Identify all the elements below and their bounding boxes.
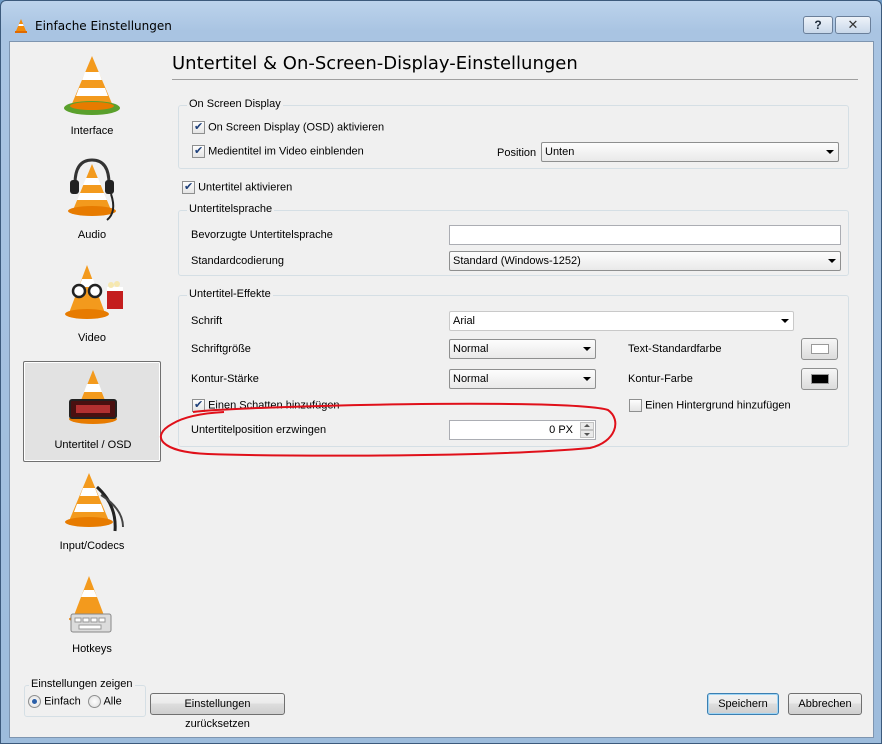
radio-all-indicator[interactable] — [88, 695, 101, 708]
force-position-label: Untertitelposition erzwingen — [191, 424, 327, 436]
chevron-down-icon — [828, 259, 836, 263]
chevron-down-icon — [583, 377, 591, 381]
enable-osd-checkbox[interactable]: On Screen Display (OSD) aktivieren — [192, 120, 385, 134]
chevron-down-icon — [583, 347, 591, 351]
page-title: Untertitel & On-Screen-Display-Einstellu… — [172, 53, 578, 74]
subtitle-effects-legend: Untertitel-Effekte — [187, 288, 273, 300]
preferred-language-label: Bevorzugte Untertitelsprache — [191, 229, 333, 241]
dialog-client-area: Interface Audio Video Untertitel / OSD I… — [9, 41, 874, 738]
outline-color-label: Kontur-Farbe — [628, 373, 693, 385]
sidebar-item-label: Untertitel / OSD — [54, 439, 132, 451]
title-divider — [172, 79, 858, 80]
radio-simple-label: Einfach — [44, 695, 81, 708]
sidebar-item-hotkeys[interactable]: Hotkeys — [23, 566, 161, 666]
show-title-checkbox[interactable]: Medientitel im Video einblenden — [192, 144, 364, 158]
sidebar-item-input-codecs[interactable]: Input/Codecs — [23, 463, 161, 563]
help-button[interactable]: ? — [803, 16, 833, 34]
title-bar[interactable]: Einfache Einstellungen ? ✕ — [1, 1, 881, 41]
category-sidebar: Interface Audio Video Untertitel / OSD I… — [21, 48, 163, 688]
window-title: Einfache Einstellungen — [35, 19, 172, 33]
preferences-window: Einfache Einstellungen ? ✕ Interface Aud… — [0, 0, 882, 744]
position-select[interactable]: Unten — [541, 142, 839, 162]
encoding-select-value: Standard (Windows-1252) — [453, 255, 581, 267]
subtitle-language-group: Untertitelsprache Bevorzugte Untertitels… — [178, 203, 849, 276]
headphones-cone-icon — [68, 158, 116, 221]
sidebar-item-label: Interface — [70, 125, 114, 137]
spinbox-arrows[interactable] — [580, 422, 594, 438]
close-button[interactable]: ✕ — [835, 16, 871, 34]
font-select[interactable]: Arial — [449, 311, 794, 331]
show-title-check-indicator[interactable] — [192, 144, 205, 158]
force-position-value: 0 PX — [549, 424, 573, 436]
background-check-indicator[interactable] — [629, 399, 642, 412]
subtitle-language-legend: Untertitelsprache — [187, 203, 275, 215]
enable-osd-check-indicator[interactable] — [192, 120, 205, 134]
shadow-checkbox[interactable]: Einen Schatten hinzufügen — [192, 398, 340, 412]
sidebar-item-audio[interactable]: Audio — [23, 152, 161, 252]
sidebar-item-label: Audio — [77, 229, 107, 241]
cable-cone-icon — [65, 473, 124, 532]
outline-thickness-select[interactable]: Normal — [449, 369, 596, 389]
sidebar-item-label: Video — [78, 332, 106, 344]
vlc-cone-icon — [64, 56, 120, 115]
preferred-language-input[interactable] — [449, 225, 841, 245]
background-label: Einen Hintergrund hinzufügen — [645, 399, 791, 412]
radio-simple[interactable]: Einfach — [28, 695, 81, 708]
font-label: Schrift — [191, 315, 223, 327]
show-settings-group: Einstellungen zeigen Einfach Alle — [24, 678, 146, 717]
outline-color-button[interactable] — [801, 368, 838, 390]
position-label: Position — [497, 147, 537, 159]
text-color-button[interactable] — [801, 338, 838, 360]
font-size-label: Schriftgröße — [191, 343, 251, 355]
subtitle-effects-group: Untertitel-Effekte Schrift Arial Schrift… — [178, 288, 849, 447]
spin-up-icon[interactable] — [580, 422, 594, 430]
sidebar-item-subtitles[interactable]: Untertitel / OSD — [23, 361, 161, 462]
font-size-select[interactable]: Normal — [449, 339, 596, 359]
enable-subtitles-check-indicator[interactable] — [182, 180, 195, 194]
reset-settings-button[interactable]: Einstellungen zurücksetzen — [150, 693, 285, 730]
radio-simple-indicator[interactable] — [28, 695, 41, 708]
vlc-app-icon — [15, 19, 27, 33]
background-checkbox[interactable]: Einen Hintergrund hinzufügen — [629, 399, 791, 412]
outline-thickness-select-value: Normal — [453, 373, 489, 385]
show-title-label: Medientitel im Video einblenden — [208, 145, 364, 158]
chevron-down-icon — [781, 319, 789, 323]
sidebar-item-interface[interactable]: Interface — [23, 48, 161, 148]
position-select-value: Unten — [545, 146, 575, 158]
shadow-check-indicator[interactable] — [192, 398, 205, 412]
shadow-label: Einen Schatten hinzufügen — [208, 399, 340, 412]
glasses-cone-icon — [65, 265, 123, 319]
cancel-button[interactable]: Abbrechen — [788, 693, 862, 715]
sidebar-item-video[interactable]: Video — [23, 255, 161, 355]
osd-legend: On Screen Display — [187, 98, 283, 110]
keyboard-cone-icon — [69, 576, 112, 633]
font-select-value: Arial — [453, 315, 476, 327]
radio-all[interactable]: Alle — [88, 695, 122, 708]
outline-color-swatch — [811, 374, 829, 384]
outline-thickness-label: Kontur-Stärke — [191, 373, 259, 385]
sidebar-item-label: Hotkeys — [72, 643, 112, 655]
save-button[interactable]: Speichern — [707, 693, 779, 715]
enable-subtitles-checkbox[interactable]: Untertitel aktivieren — [182, 180, 293, 194]
encoding-select[interactable]: Standard (Windows-1252) — [449, 251, 841, 271]
enable-subtitles-label: Untertitel aktivieren — [198, 181, 293, 194]
spin-down-icon[interactable] — [580, 430, 594, 438]
text-color-label: Text-Standardfarbe — [628, 343, 722, 355]
force-position-spinbox[interactable]: 0 PX — [449, 420, 596, 440]
radio-all-label: Alle — [103, 695, 122, 708]
font-size-select-value: Normal — [453, 343, 489, 355]
encoding-label: Standardcodierung — [191, 255, 284, 267]
sidebar-item-label: Input/Codecs — [59, 540, 125, 552]
subtitle-cone-icon — [69, 370, 117, 424]
text-color-swatch — [811, 344, 829, 354]
enable-osd-label: On Screen Display (OSD) aktivieren — [208, 121, 385, 134]
osd-group: On Screen Display On Screen Display (OSD… — [178, 98, 849, 169]
show-settings-legend: Einstellungen zeigen — [29, 678, 135, 690]
chevron-down-icon — [826, 150, 834, 154]
